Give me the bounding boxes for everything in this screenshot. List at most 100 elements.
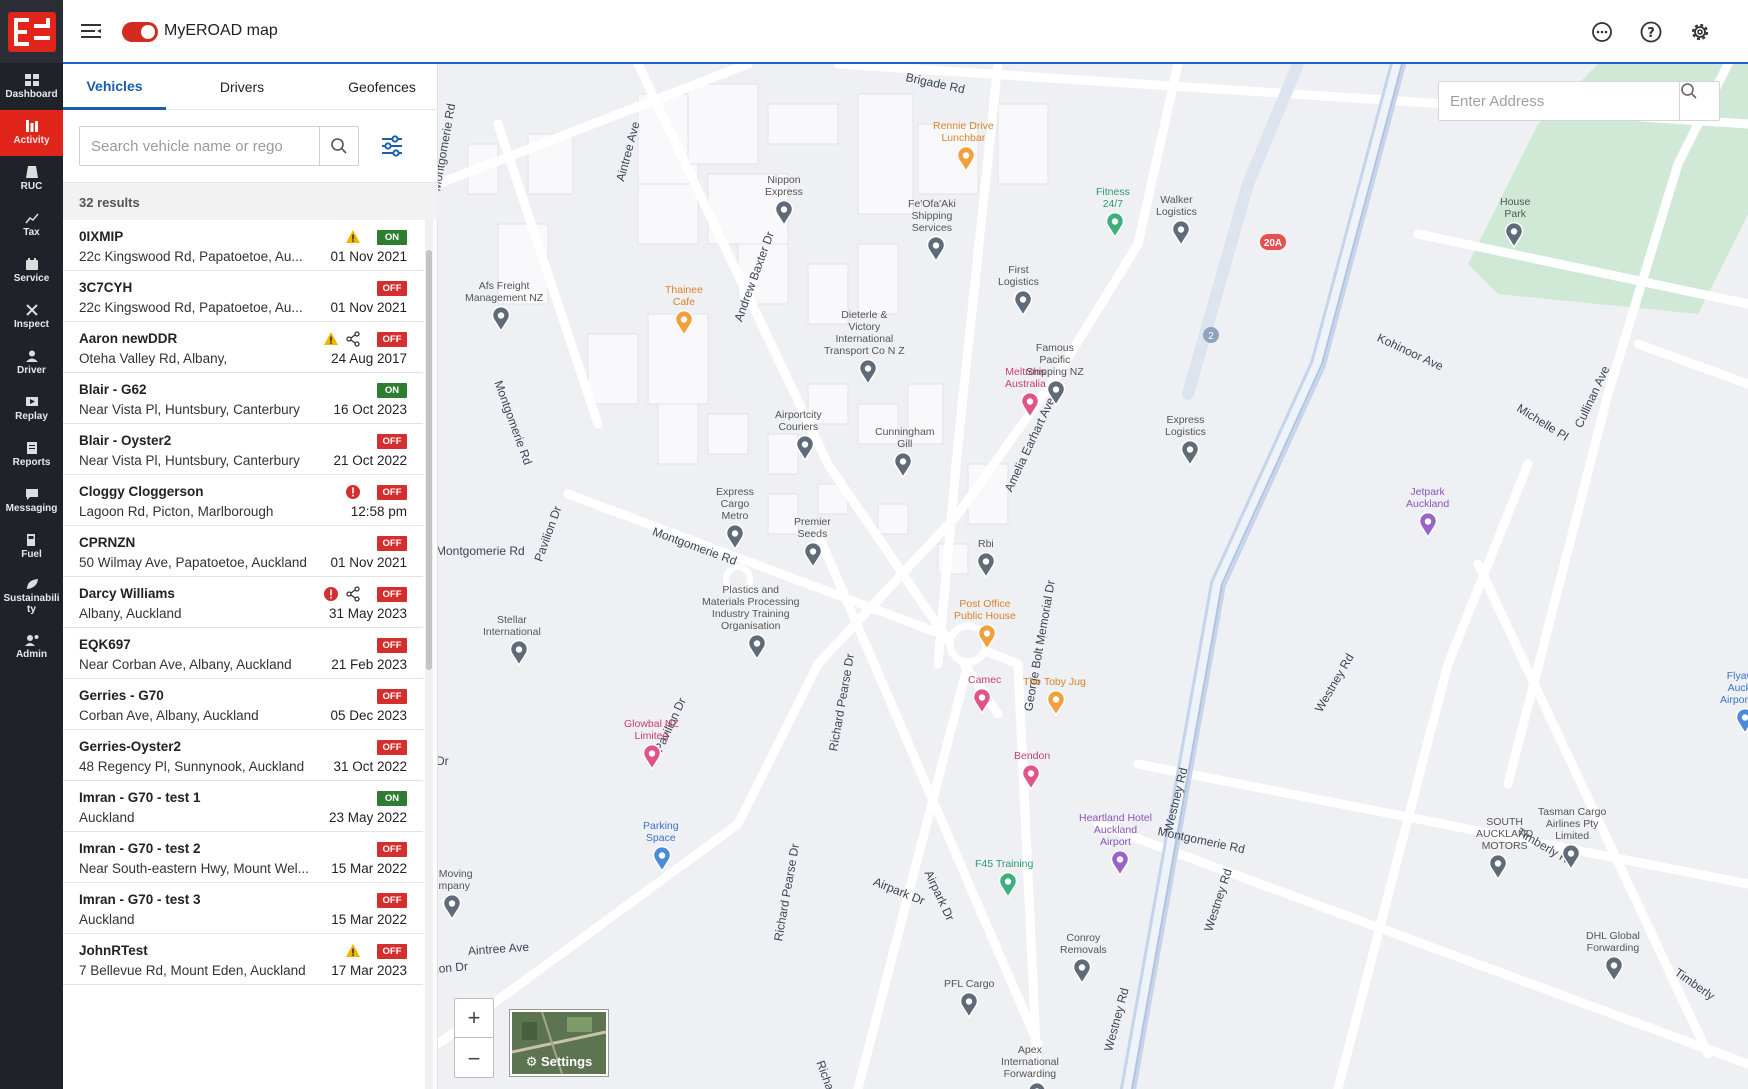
map-place-label[interactable]: Apex International Forwarding: [1001, 1044, 1059, 1080]
map-pin-icon[interactable]: [674, 310, 694, 336]
map-place-label[interactable]: Tasman Cargo Airlines Pty Limited: [1538, 806, 1606, 842]
vehicle-row[interactable]: Blair - G62 Near Vista Pl, Huntsbury, Can…: [63, 373, 423, 424]
map-place-label[interactable]: DHL Global Forwarding: [1586, 930, 1640, 954]
rail-item-dashboard[interactable]: Dashboard: [0, 64, 63, 110]
map-pin-icon[interactable]: [725, 524, 745, 550]
map-place-label[interactable]: The Toby Jug: [1023, 676, 1086, 688]
vehicle-search-input[interactable]: [80, 127, 320, 165]
map-place-label[interactable]: Plastics and Materials Processing Industry…: [702, 584, 799, 632]
map-pin-icon[interactable]: [642, 744, 662, 770]
tab-drivers[interactable]: Drivers: [197, 64, 287, 110]
warning-icon[interactable]: [345, 229, 361, 245]
map-place-label[interactable]: Rennie Drive Lunchbar: [933, 120, 994, 144]
map-place-label[interactable]: Stellar International: [483, 614, 541, 638]
map-place-label[interactable]: Express Logistics: [1165, 414, 1206, 438]
scrollbar-thumb[interactable]: [426, 250, 432, 670]
map-pin-icon[interactable]: [1735, 708, 1748, 734]
map-place-label[interactable]: PFL Cargo: [944, 978, 994, 990]
map-pin-icon[interactable]: [1488, 854, 1508, 880]
map-place-label[interactable]: SOUTH AUCKLAND MOTORS: [1476, 816, 1533, 852]
vehicle-search-button[interactable]: [319, 127, 358, 165]
map-pin-icon[interactable]: [1105, 212, 1125, 238]
map-place-label[interactable]: Jetpark Auckland: [1406, 486, 1449, 510]
rail-item-inspect[interactable]: Inspect: [0, 294, 63, 340]
map-pin-icon[interactable]: [972, 688, 992, 714]
rail-item-reports[interactable]: Reports: [0, 432, 63, 478]
map-pin-icon[interactable]: [1013, 290, 1033, 316]
map-pin-icon[interactable]: [1110, 850, 1130, 876]
map-place-label[interactable]: Conroy Removals: [1060, 932, 1107, 956]
share-icon[interactable]: [345, 586, 361, 602]
map-place-label[interactable]: Nippon Express: [765, 174, 803, 198]
map-pin-icon[interactable]: [858, 359, 878, 385]
vehicle-row[interactable]: Gerries - G70 Corban Ave, Albany, Aucklan…: [63, 679, 423, 730]
map-layers-button[interactable]: ⚙ Settings: [510, 1010, 608, 1076]
settings-gear-icon[interactable]: [1688, 20, 1712, 44]
map-place-label[interactable]: Post Office Public House: [954, 598, 1016, 622]
map-place-label[interactable]: Walker Logistics: [1156, 194, 1197, 218]
map-pin-icon[interactable]: [977, 624, 997, 650]
rail-item-ruc[interactable]: RUC: [0, 156, 63, 202]
vehicle-list-scrollbar[interactable]: [425, 220, 433, 1089]
map-pin-icon[interactable]: [1072, 958, 1092, 984]
map-place-label[interactable]: e Movingompany: [438, 868, 473, 892]
help-icon[interactable]: ?: [1639, 20, 1663, 44]
map-canvas[interactable]: 20A 2 Brigade Rd Aintree Ave Montgomerie R…: [438, 64, 1748, 1089]
rail-item-messaging[interactable]: Messaging: [0, 478, 63, 524]
map-pin-icon[interactable]: [1027, 1082, 1047, 1089]
vehicle-row[interactable]: EQK697 Near Corban Ave, Albany, Auckland 2…: [63, 628, 423, 679]
messages-icon[interactable]: [1590, 20, 1614, 44]
zoom-out-button[interactable]: −: [455, 1039, 493, 1078]
map-pin-icon[interactable]: [795, 435, 815, 461]
rail-item-service[interactable]: Service: [0, 248, 63, 294]
rail-item-admin[interactable]: Admin: [0, 624, 63, 670]
map-place-label[interactable]: Cunningham Gill: [875, 426, 935, 450]
map-pin-icon[interactable]: [1504, 222, 1524, 248]
vehicle-row[interactable]: 0IXMIP 22c Kingswood Rd, Papatoetoe, Au..…: [63, 220, 423, 271]
map-pin-icon[interactable]: [747, 634, 767, 660]
share-icon[interactable]: [345, 331, 361, 347]
vehicle-row[interactable]: Imran - G70 - test 3 Auckland 15 Mar 2022 O…: [63, 883, 423, 934]
zoom-in-button[interactable]: +: [455, 999, 493, 1038]
vehicle-row[interactable]: Aaron newDDR Oteha Valley Rd, Albany, 24 A…: [63, 322, 423, 373]
map-place-label[interactable]: FlyawAucklAirport P: [1720, 670, 1748, 706]
map-pin-icon[interactable]: [1561, 844, 1581, 870]
map-place-label[interactable]: Bendon: [1014, 750, 1050, 762]
map-place-label[interactable]: Thainee Cafe: [665, 284, 703, 308]
map-place-label[interactable]: Rbi: [978, 538, 994, 550]
map-pin-icon[interactable]: [893, 452, 913, 478]
map-pin-icon[interactable]: [926, 236, 946, 262]
vehicle-row[interactable]: 3C7CYH 22c Kingswood Rd, Papatoetoe, Au..…: [63, 271, 423, 322]
map-pin-icon[interactable]: [959, 992, 979, 1018]
rail-item-driver[interactable]: Driver: [0, 340, 63, 386]
vehicle-row[interactable]: JohnRTest 7 Bellevue Rd, Mount Eden, Auck…: [63, 934, 423, 985]
map-pin-icon[interactable]: [803, 542, 823, 568]
rail-item-activity[interactable]: Activity: [0, 110, 63, 156]
map-place-label[interactable]: Airportcity Couriers: [775, 409, 822, 433]
map-pin-icon[interactable]: [491, 306, 511, 332]
map-place-label[interactable]: Afs Freight Management NZ: [465, 280, 543, 304]
vehicle-row[interactable]: Gerries-Oyster2 48 Regency Pl, Sunnynook,…: [63, 730, 423, 781]
tab-geofences[interactable]: Geofences: [332, 64, 432, 110]
filter-sliders-icon[interactable]: [379, 134, 405, 158]
map-pin-icon[interactable]: [774, 200, 794, 226]
eroad-logo[interactable]: [0, 0, 63, 63]
rail-item-fuel[interactable]: Fuel: [0, 524, 63, 570]
map-pin-icon[interactable]: [976, 552, 996, 578]
map-place-label[interactable]: Famous Pacific Shipping NZ: [1026, 342, 1084, 378]
map-pin-icon[interactable]: [1180, 440, 1200, 466]
map-place-label[interactable]: Express Cargo Metro: [716, 486, 754, 522]
warning-icon[interactable]: [323, 331, 339, 347]
vehicle-row[interactable]: Blair - Oyster2 Near Vista Pl, Huntsbury,…: [63, 424, 423, 475]
menu-collapse-icon[interactable]: [81, 22, 103, 40]
rail-item-tax[interactable]: Tax: [0, 202, 63, 248]
vehicle-row[interactable]: Imran - G70 - test 1 Auckland 23 May 2022 O…: [63, 781, 423, 832]
map-place-label[interactable]: Glowbal NZ Limited: [624, 718, 679, 742]
warning-icon[interactable]: [345, 943, 361, 959]
alert-icon[interactable]: [323, 586, 339, 602]
address-search-input[interactable]: [1439, 82, 1679, 120]
map-place-label[interactable]: Dieterle & Victory International Transport …: [824, 309, 905, 357]
rail-item-replay[interactable]: Replay: [0, 386, 63, 432]
map-pin-icon[interactable]: [1046, 380, 1066, 406]
vehicle-row[interactable]: Cloggy Cloggerson Lagoon Rd, Picton, Marl…: [63, 475, 423, 526]
